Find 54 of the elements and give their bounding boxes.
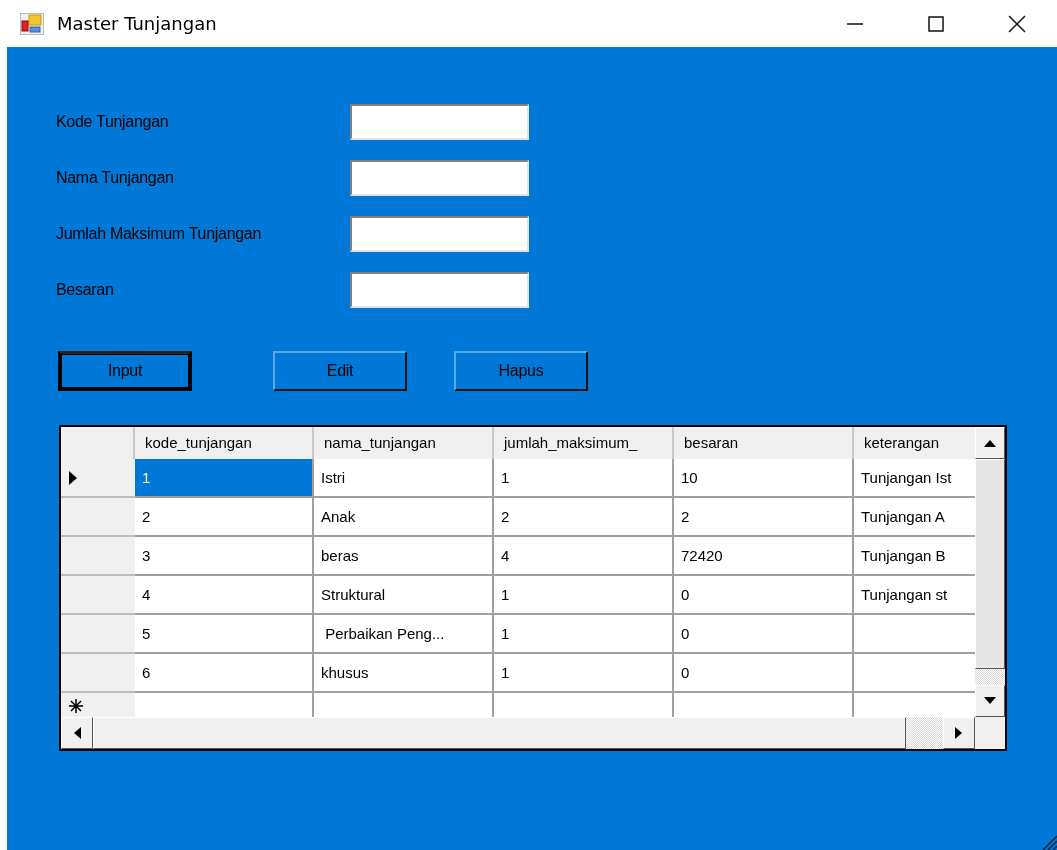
table-cell[interactable]: 3 [135,537,314,576]
left-arrow-icon [73,727,81,739]
table-cell[interactable]: 10 [674,459,854,498]
input-field[interactable] [350,216,529,252]
close-icon [1007,14,1026,33]
action-button[interactable]: Input [58,351,192,391]
table-cell[interactable]: khusus [314,654,494,693]
table-cell[interactable]: 0 [674,654,854,693]
minimize-icon [846,22,863,25]
field-label: Nama Tunjangan [56,169,175,187]
maximize-icon [927,15,944,32]
scroll-up-button[interactable] [975,427,1005,459]
table-cell[interactable]: 2 [494,498,674,537]
table-cell[interactable]: 0 [674,615,854,654]
current-row-icon [69,471,77,485]
table-cell[interactable]: 1 [135,459,314,498]
table-cell[interactable]: 1 [494,576,674,615]
action-button[interactable]: Hapus [454,351,588,391]
input-field[interactable] [350,160,529,196]
action-button[interactable]: Edit [273,351,407,391]
table-cell[interactable]: Istri [314,459,494,498]
scroll-down-button[interactable] [975,685,1005,717]
column-header[interactable]: keterangan [854,427,975,459]
scroll-right-button[interactable] [943,717,975,749]
table-cell[interactable]: 1 [494,615,674,654]
right-arrow-icon [955,727,963,739]
table-cell[interactable]: 1 [494,459,674,498]
scroll-thumb[interactable] [975,459,1005,669]
app-icon [20,12,44,35]
field-label: Besaran [56,281,115,299]
window-title: Master Tunjangan [57,13,217,34]
input-field[interactable] [350,104,529,140]
table-cell[interactable]: 5 [135,615,314,654]
up-arrow-icon [984,439,996,447]
table-cell[interactable]: 1 [494,654,674,693]
table-cell[interactable]: 0 [674,576,854,615]
field-label: Kode Tunjangan [56,113,170,131]
table-cell[interactable]: beras [314,537,494,576]
scroll-left-button[interactable] [61,717,93,749]
table-cell[interactable]: 6 [135,654,314,693]
vertical-scrollbar[interactable] [975,427,1005,717]
scroll-track[interactable] [975,669,1005,685]
table-cell[interactable]: Perbaikan Peng... [314,615,494,654]
table-cell[interactable]: 72420 [674,537,854,576]
table-cell[interactable]: 2 [135,498,314,537]
table-cell[interactable]: Struktural [314,576,494,615]
table-cell[interactable]: Anak [314,498,494,537]
down-arrow-icon [984,697,996,705]
table-cell[interactable]: 2 [674,498,854,537]
table-cell[interactable]: 4 [494,537,674,576]
input-field[interactable] [350,272,529,308]
asterisk-icon [69,699,83,713]
field-label: Jumlah Maksimum Tunjangan [56,225,263,243]
table-cell[interactable]: 4 [135,576,314,615]
